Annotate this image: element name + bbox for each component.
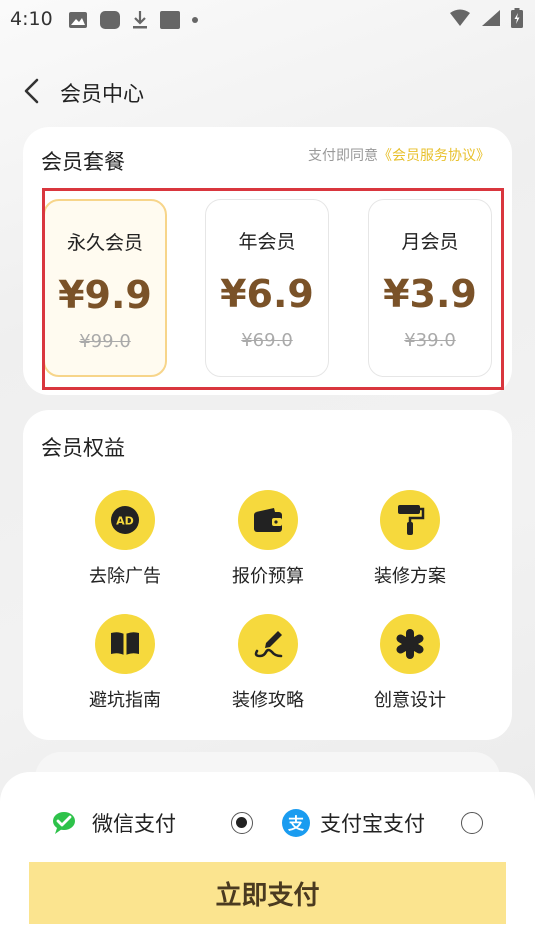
benefits-section-title: 会员权益: [41, 436, 125, 460]
wifi-icon: [450, 9, 470, 26]
benefit-quote-budget[interactable]: 报价预算: [198, 490, 338, 588]
plans-highlight-box: [42, 188, 504, 390]
alipay-option[interactable]: 支 支付宝支付: [282, 808, 425, 838]
pen-icon: [238, 614, 298, 674]
alipay-label: 支付宝支付: [320, 812, 425, 836]
wechat-icon: [53, 812, 75, 834]
benefit-renovation-guide[interactable]: 装修攻略: [198, 614, 338, 712]
page-title: 会员中心: [60, 82, 144, 106]
svg-text:AD: AD: [116, 515, 134, 528]
benefit-label: 避坑指南: [89, 690, 161, 711]
benefit-pitfall-guide[interactable]: 避坑指南: [55, 614, 195, 712]
image-icon: [69, 12, 87, 28]
download-icon: [133, 11, 147, 29]
status-time: 4:10: [10, 8, 53, 30]
signal-icon: [482, 10, 500, 26]
svg-text:支: 支: [287, 814, 305, 833]
app-notification-icon: [100, 11, 120, 29]
service-agreement-link[interactable]: 《会员服务协议》: [378, 148, 490, 164]
plans-section-title: 会员套餐: [41, 150, 125, 174]
benefit-renovation-plan[interactable]: 装修方案: [340, 490, 480, 588]
notification-square-icon: [160, 11, 180, 29]
benefit-label: 去除广告: [89, 566, 161, 587]
wechat-pay-radio[interactable]: [231, 812, 253, 834]
top-nav-bar: 会员中心: [0, 70, 535, 114]
benefit-creative-design[interactable]: 创意设计: [340, 614, 480, 712]
back-arrow-icon[interactable]: [18, 76, 48, 106]
benefit-label: 装修方案: [374, 566, 446, 587]
pay-now-button[interactable]: 立即支付: [29, 862, 506, 924]
agreement-prefix: 支付即同意: [308, 148, 378, 164]
status-bar: 4:10: [0, 0, 535, 38]
benefit-remove-ads[interactable]: AD 去除广告: [55, 490, 195, 588]
benefit-label: 创意设计: [374, 690, 446, 711]
payment-sheet: 微信支付 支 支付宝支付 立即支付: [0, 772, 535, 952]
ad-icon: AD: [95, 490, 155, 550]
book-icon: [95, 614, 155, 674]
wechat-pay-label: 微信支付: [92, 812, 176, 836]
paint-roller-icon: [380, 490, 440, 550]
alipay-icon: 支: [282, 809, 310, 837]
battery-icon: [511, 8, 523, 28]
wechat-pay-option[interactable]: 微信支付: [52, 808, 176, 838]
alipay-radio[interactable]: [461, 812, 483, 834]
benefit-label: 报价预算: [232, 566, 304, 587]
agreement-text: 支付即同意《会员服务协议》: [308, 145, 490, 165]
wallet-icon: [238, 490, 298, 550]
more-notifications-icon: [192, 17, 198, 23]
asterisk-icon: [380, 614, 440, 674]
benefit-label: 装修攻略: [232, 690, 304, 711]
